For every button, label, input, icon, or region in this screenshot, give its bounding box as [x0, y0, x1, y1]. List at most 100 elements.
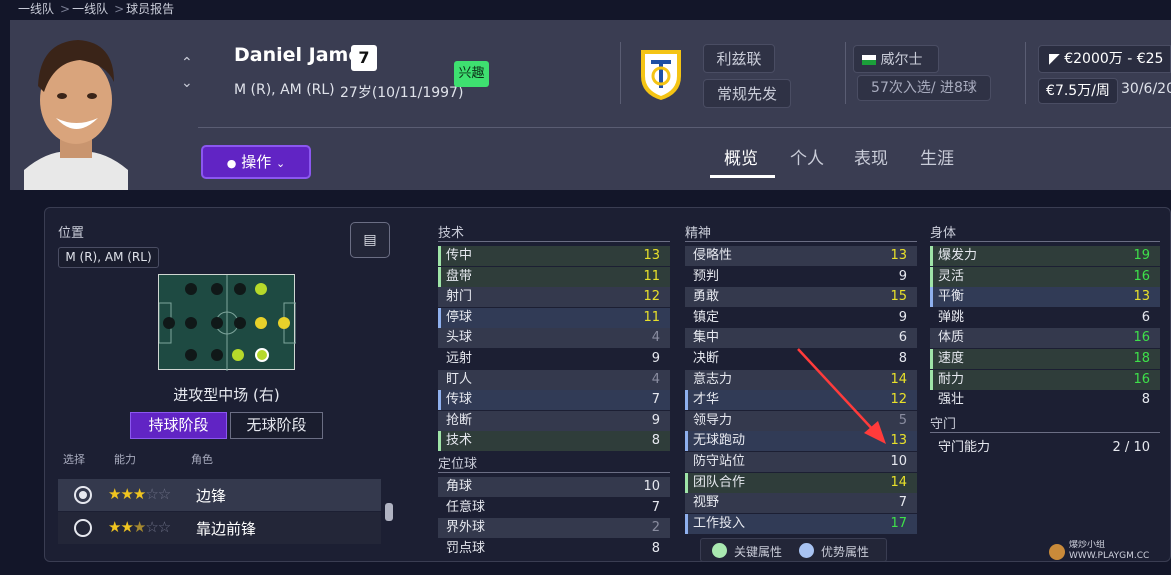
attribute-name: 任意球 — [446, 499, 486, 515]
tab-career[interactable]: 生涯 — [920, 144, 954, 169]
attribute-name: 平衡 — [938, 289, 965, 305]
role-stars: ★★★☆☆ — [108, 518, 171, 536]
nation-name: 威尔士 — [880, 52, 923, 68]
attribute-row[interactable]: 弹跳 6 — [930, 308, 1160, 328]
attribute-row[interactable]: 技术 8 — [438, 431, 670, 452]
attribute-row[interactable]: 罚点球 8 — [438, 539, 670, 559]
transfer-value-button[interactable]: ◤ €2000万 - €25 — [1038, 45, 1171, 73]
attribute-row[interactable]: 爆发力 19 — [930, 246, 1160, 266]
attribute-row[interactable]: 传球 7 — [438, 390, 670, 411]
wales-flag-icon — [862, 55, 876, 65]
position-dot — [278, 317, 290, 329]
out-of-possession-tab[interactable]: 无球阶段 — [230, 412, 323, 439]
chevron-down-icon: ⌄ — [275, 157, 286, 170]
attribute-row[interactable]: 体质 16 — [930, 328, 1160, 349]
attribute-row[interactable]: 界外球 2 — [438, 518, 670, 539]
attribute-row[interactable]: 任意球 7 — [438, 498, 670, 518]
annotation-arrow-icon — [797, 348, 886, 444]
position-label: 位置 — [58, 226, 85, 241]
attribute-value: 16 — [1133, 330, 1150, 346]
squad-status-button[interactable]: 常规先发 — [703, 79, 791, 108]
attribute-row[interactable]: 预判 9 — [685, 267, 917, 287]
club-name-button[interactable]: 利兹联 — [703, 44, 775, 73]
attribute-row[interactable]: 射门 12 — [438, 287, 670, 308]
actions-label: 操作 — [241, 153, 272, 171]
previous-player-icon[interactable]: ⌃ — [181, 55, 193, 71]
attribute-row[interactable]: 传中 13 — [438, 246, 670, 266]
attribute-row[interactable]: 团队合作 14 — [685, 472, 917, 493]
legend: 关键属性 优势属性 — [700, 538, 887, 562]
attribute-row[interactable]: 抢断 9 — [438, 410, 670, 431]
international-caps[interactable]: 57次入选/ 进8球 — [857, 75, 991, 101]
attribute-name: 罚点球 — [446, 540, 486, 556]
attribute-name: 侵略性 — [693, 248, 733, 263]
attribute-row[interactable]: 角球 10 — [438, 477, 670, 497]
scrollbar-thumb[interactable] — [385, 503, 393, 521]
position-pitch — [158, 274, 296, 371]
club-crest-icon[interactable] — [637, 46, 685, 102]
attribute-row[interactable]: 镇定 9 — [685, 308, 917, 328]
attribute-value: 7 — [651, 392, 660, 408]
attribute-row[interactable]: 耐力 16 — [930, 369, 1160, 390]
player-positions: M (R), AM (RL) — [234, 82, 335, 98]
attribute-value: 4 — [651, 371, 660, 387]
attribute-row[interactable]: 速度 18 — [930, 349, 1160, 369]
attribute-value: 9 — [651, 412, 660, 428]
attribute-row[interactable]: 守门能力 2 / 10 — [930, 438, 1160, 458]
attribute-row[interactable]: 平衡 13 — [930, 287, 1160, 308]
attribute-row[interactable]: 停球 11 — [438, 307, 670, 328]
actions-button[interactable]: ● 操作 ⌄ — [201, 145, 311, 179]
interest-badge[interactable]: 兴趣 — [454, 61, 489, 87]
position-dot — [211, 349, 223, 361]
position-dot — [234, 317, 246, 329]
attribute-row[interactable]: 勇敢 15 — [685, 287, 917, 308]
attribute-name: 团队合作 — [693, 474, 746, 490]
attribute-row[interactable]: 远射 9 — [438, 349, 670, 369]
attribute-value: 9 — [651, 351, 660, 366]
nation-button[interactable]: 威尔士 — [853, 45, 939, 73]
attribute-row[interactable]: 侵略性 13 — [685, 246, 917, 266]
wage[interactable]: €7.5万/周 — [1038, 78, 1118, 104]
attribute-value: 12 — [643, 289, 660, 305]
preferred-attribute-dot — [799, 543, 814, 558]
player-photo — [10, 20, 140, 190]
attribute-name: 远射 — [446, 351, 473, 366]
attribute-row[interactable]: 头球 4 — [438, 328, 670, 349]
attribute-value: 13 — [890, 248, 907, 263]
attribute-value: 10 — [643, 479, 660, 494]
attribute-row[interactable]: 工作投入 17 — [685, 513, 917, 534]
attribute-value: 10 — [890, 454, 907, 469]
attribute-value: 8 — [1141, 392, 1150, 408]
attribute-value: 2 — [651, 520, 660, 536]
price-tag-icon: ◤ — [1049, 51, 1060, 67]
attribute-value: 8 — [651, 540, 660, 556]
attribute-name: 防守站位 — [693, 454, 746, 469]
divider — [620, 42, 621, 104]
role-radio[interactable] — [74, 519, 92, 537]
key-attribute-dot — [712, 543, 727, 558]
breadcrumb-item[interactable]: 一线队 — [18, 2, 54, 16]
role-name-winger: 边锋 — [196, 487, 227, 505]
attribute-name: 工作投入 — [693, 515, 746, 531]
position-dot — [185, 317, 197, 329]
tab-performance[interactable]: 表现 — [854, 144, 888, 169]
physical-section-title: 身体 — [930, 222, 1160, 242]
attribute-name: 意志力 — [693, 371, 733, 387]
attribute-row[interactable]: 灵活 16 — [930, 266, 1160, 287]
attribute-name: 头球 — [446, 330, 473, 346]
tab-overview[interactable]: 概览 — [724, 144, 758, 169]
attribute-name: 才华 — [693, 392, 720, 408]
attribute-row[interactable]: 盯人 4 — [438, 369, 670, 390]
position-value: M (R), AM (RL) — [58, 247, 159, 268]
breadcrumb-item[interactable]: 一线队 — [72, 2, 108, 16]
attribute-row[interactable]: 强壮 8 — [930, 390, 1160, 410]
tab-personal[interactable]: 个人 — [790, 144, 824, 169]
in-possession-tab[interactable]: 持球阶段 — [130, 412, 227, 439]
attribute-row[interactable]: 盘带 11 — [438, 266, 670, 287]
next-player-icon[interactable]: ⌄ — [181, 75, 193, 91]
attribute-name: 灵活 — [938, 268, 965, 284]
role-radio-selected[interactable] — [74, 486, 92, 504]
attribute-row[interactable]: 视野 7 — [685, 493, 917, 514]
attribute-row[interactable]: 防守站位 10 — [685, 452, 917, 472]
compare-icon[interactable]: ▤ — [350, 222, 390, 258]
